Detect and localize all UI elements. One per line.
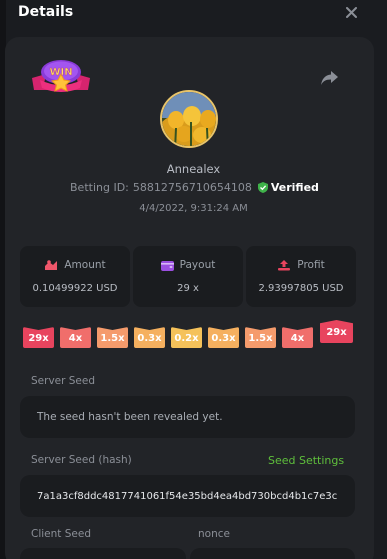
server-seed-hash-field[interactable]: 7a1a3cf8ddc4817741061f54e35bd4ea4bd730bc… [20, 475, 355, 517]
close-icon[interactable] [343, 4, 359, 20]
client-seed-label: Client Seed [31, 528, 91, 540]
nonce-label: nonce [198, 528, 230, 540]
share-icon[interactable] [320, 69, 340, 87]
server-seed-value: The seed hasn't been revealed yet. [37, 411, 223, 423]
wallet-icon [160, 260, 174, 271]
shield-check-icon [257, 182, 268, 193]
seed-settings-link[interactable]: Seed Settings [268, 454, 344, 467]
profit-label: Profit [297, 259, 325, 271]
betting-id-label: Betting ID: [70, 181, 129, 194]
profit-value: 2.93997805 USD [258, 283, 344, 294]
multiplier-slot: 4x [282, 327, 313, 348]
payout-value: 29 x [177, 283, 199, 294]
nonce-field[interactable] [190, 548, 355, 559]
profit-icon [278, 260, 291, 271]
multiplier-slot: 1.5x [97, 327, 128, 348]
multiplier-slot: 1.5x [245, 327, 276, 348]
multiplier-slot: 29x [23, 327, 54, 348]
stat-card-profit: Profit 2.93997805 USD [246, 246, 356, 307]
modal-title: Details [18, 4, 74, 20]
multiplier-slot-winning: 29x [320, 320, 353, 343]
username: Annealex [166, 162, 221, 176]
server-seed-field: The seed hasn't been revealed yet. [20, 396, 355, 438]
betting-id-value: 58812756710654108 [132, 181, 252, 194]
multiplier-slot: 0.2x [171, 327, 202, 348]
multiplier-slot: 0.3x [134, 327, 165, 348]
verified-badge: Verified [257, 181, 319, 194]
server-seed-hash-label: Server Seed (hash) [31, 454, 132, 466]
stat-card-amount: Amount 0.10499922 USD [20, 246, 130, 307]
stat-card-payout: Payout 29 x [133, 246, 243, 307]
verified-label: Verified [270, 181, 319, 194]
client-seed-field[interactable] [20, 548, 186, 559]
server-seed-hash-value: 7a1a3cf8ddc4817741061f54e35bd4ea4bd730bc… [37, 490, 338, 502]
multiplier-slot: 0.3x [208, 327, 239, 348]
amount-label: Amount [64, 259, 106, 271]
avatar [160, 90, 218, 148]
multiplier-slot: 4x [60, 327, 91, 348]
bet-datetime: 4/4/2022, 9:31:24 AM [139, 203, 248, 214]
svg-text:WIN: WIN [49, 67, 72, 78]
payout-label: Payout [179, 259, 216, 271]
multiplier-row: 29x 4x 1.5x 0.3x 0.2x 0.3x 1.5x 4x 29x [23, 320, 353, 356]
server-seed-label: Server Seed [31, 375, 96, 387]
betting-id-line: Betting ID: 58812756710654108 Verified [70, 181, 330, 194]
win-badge-icon: WIN [30, 56, 92, 102]
amount-icon [45, 260, 58, 270]
amount-value: 0.10499922 USD [32, 283, 118, 294]
modal-header: Details [0, 0, 387, 30]
